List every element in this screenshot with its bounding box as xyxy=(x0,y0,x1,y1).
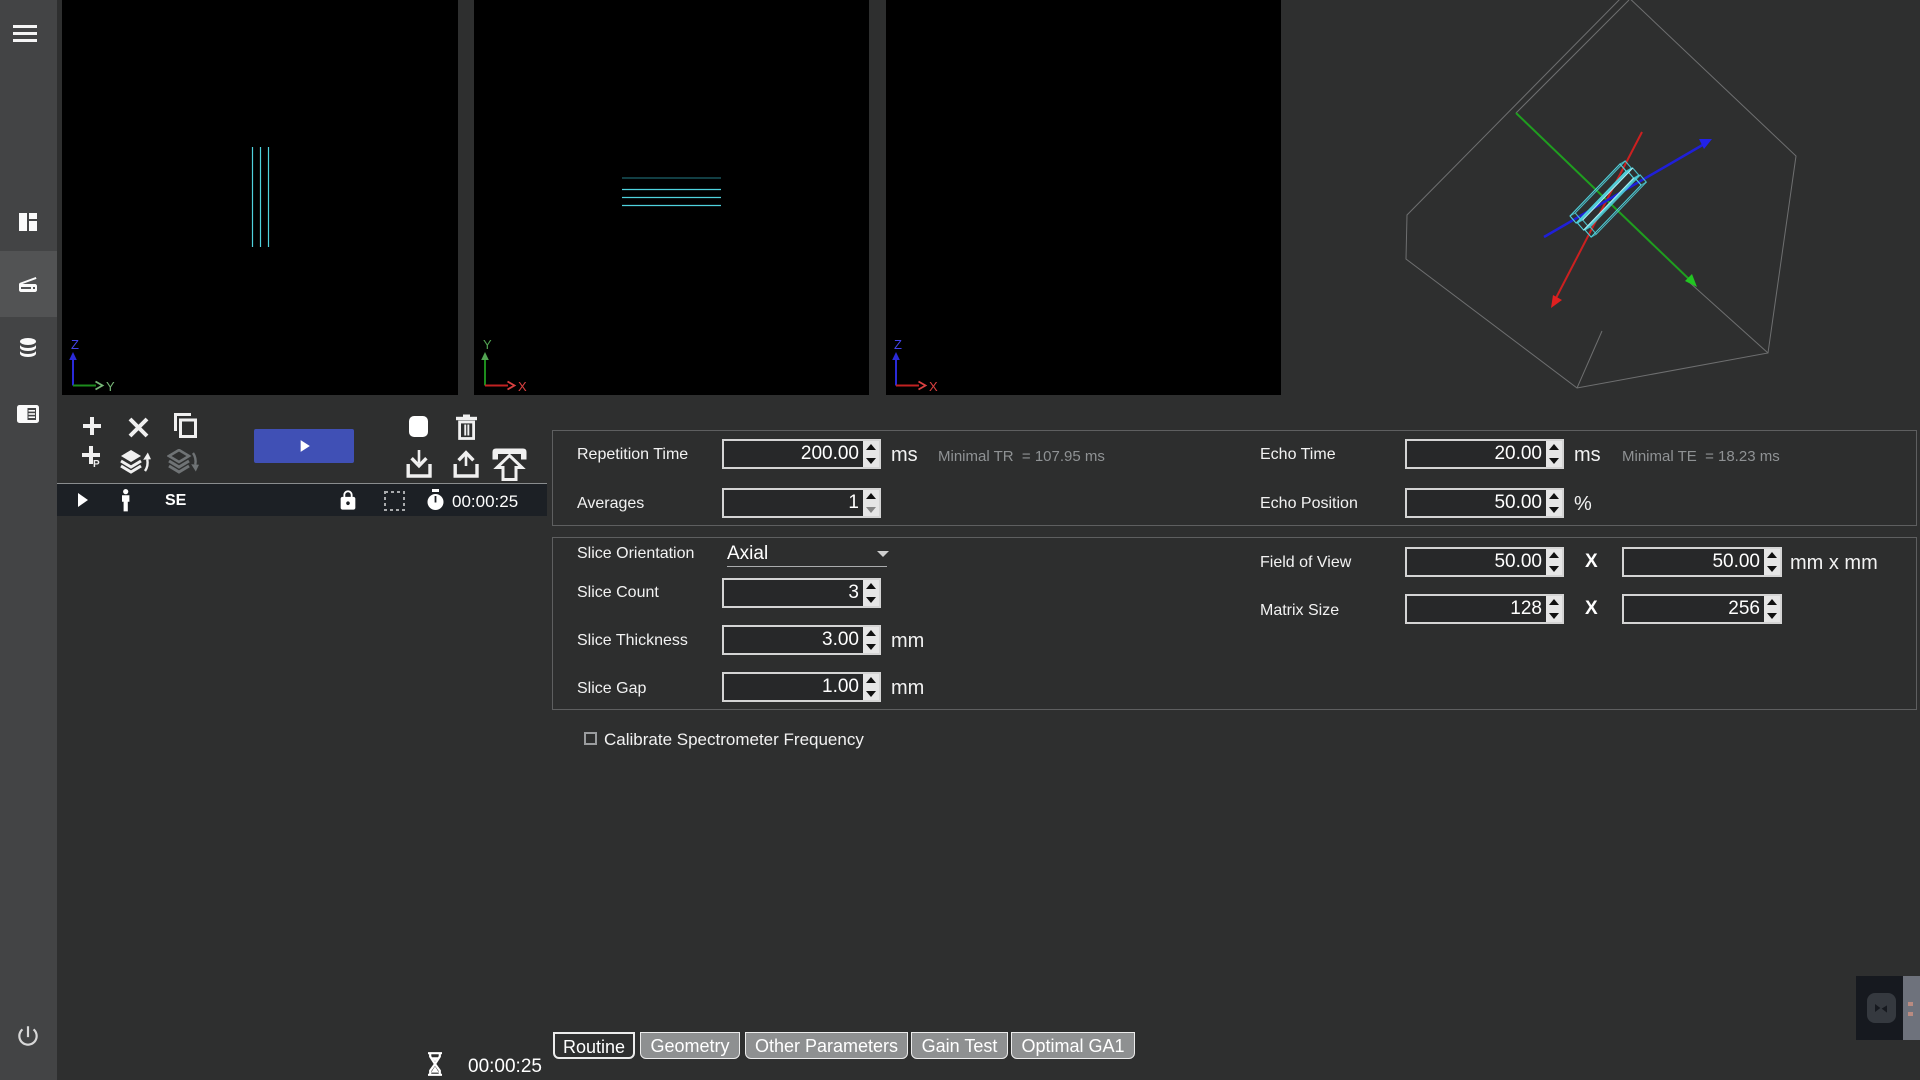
svg-text:X: X xyxy=(929,379,938,394)
svg-text:Y: Y xyxy=(483,337,492,352)
svg-text:Y: Y xyxy=(106,379,115,394)
svg-text:Z: Z xyxy=(894,337,902,352)
svg-text:Z: Z xyxy=(71,337,79,352)
svg-text:X: X xyxy=(518,379,527,394)
